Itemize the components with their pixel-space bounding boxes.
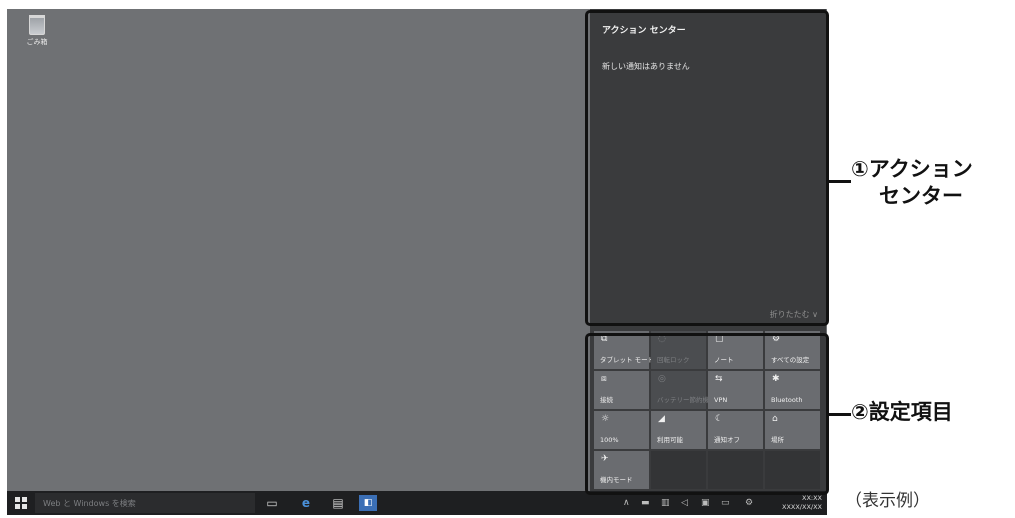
edge-browser-icon[interactable]: e <box>297 495 315 511</box>
volume-icon[interactable]: ◁ <box>681 496 688 510</box>
action-center-callout-line1: ①アクション <box>851 157 973 181</box>
settings-leader-line <box>829 413 851 416</box>
start-button[interactable] <box>15 497 27 509</box>
store-icon[interactable]: ◧ <box>359 495 377 511</box>
action-center-highlight <box>585 10 829 326</box>
recycle-bin[interactable]: ごみ箱 <box>17 15 57 47</box>
file-explorer-icon[interactable]: ▤ <box>329 495 347 511</box>
keyboard-icon[interactable]: ▭ <box>721 496 730 510</box>
recycle-bin-label: ごみ箱 <box>26 38 48 46</box>
clock[interactable]: XX:XX XXXX/XX/XX <box>782 494 822 512</box>
action-center-icon[interactable]: ▣ <box>701 496 710 510</box>
settings-highlight <box>585 333 829 495</box>
search-placeholder: Web と Windows を検索 <box>43 499 136 508</box>
action-center-leader-line <box>829 180 851 183</box>
example-note: （表示例） <box>845 491 930 511</box>
clock-date: XXXX/XX/XX <box>782 503 823 511</box>
settings-tray-icon[interactable]: ⚙ <box>745 496 753 510</box>
clock-time: XX:XX <box>802 494 823 502</box>
settings-callout: ②設定項目 <box>851 400 953 424</box>
action-center-callout-line2: センター <box>879 184 963 208</box>
search-box[interactable]: Web と Windows を検索 <box>35 493 255 513</box>
tablet-icon[interactable]: ▬ <box>641 496 650 510</box>
task-view-icon[interactable]: ▭ <box>263 495 281 511</box>
recycle-bin-icon <box>29 15 45 35</box>
show-hidden-icons-icon[interactable]: ∧ <box>623 496 630 510</box>
network-icon[interactable]: ▥ <box>661 496 670 510</box>
action-center-callout: ①アクション センター <box>851 156 973 210</box>
